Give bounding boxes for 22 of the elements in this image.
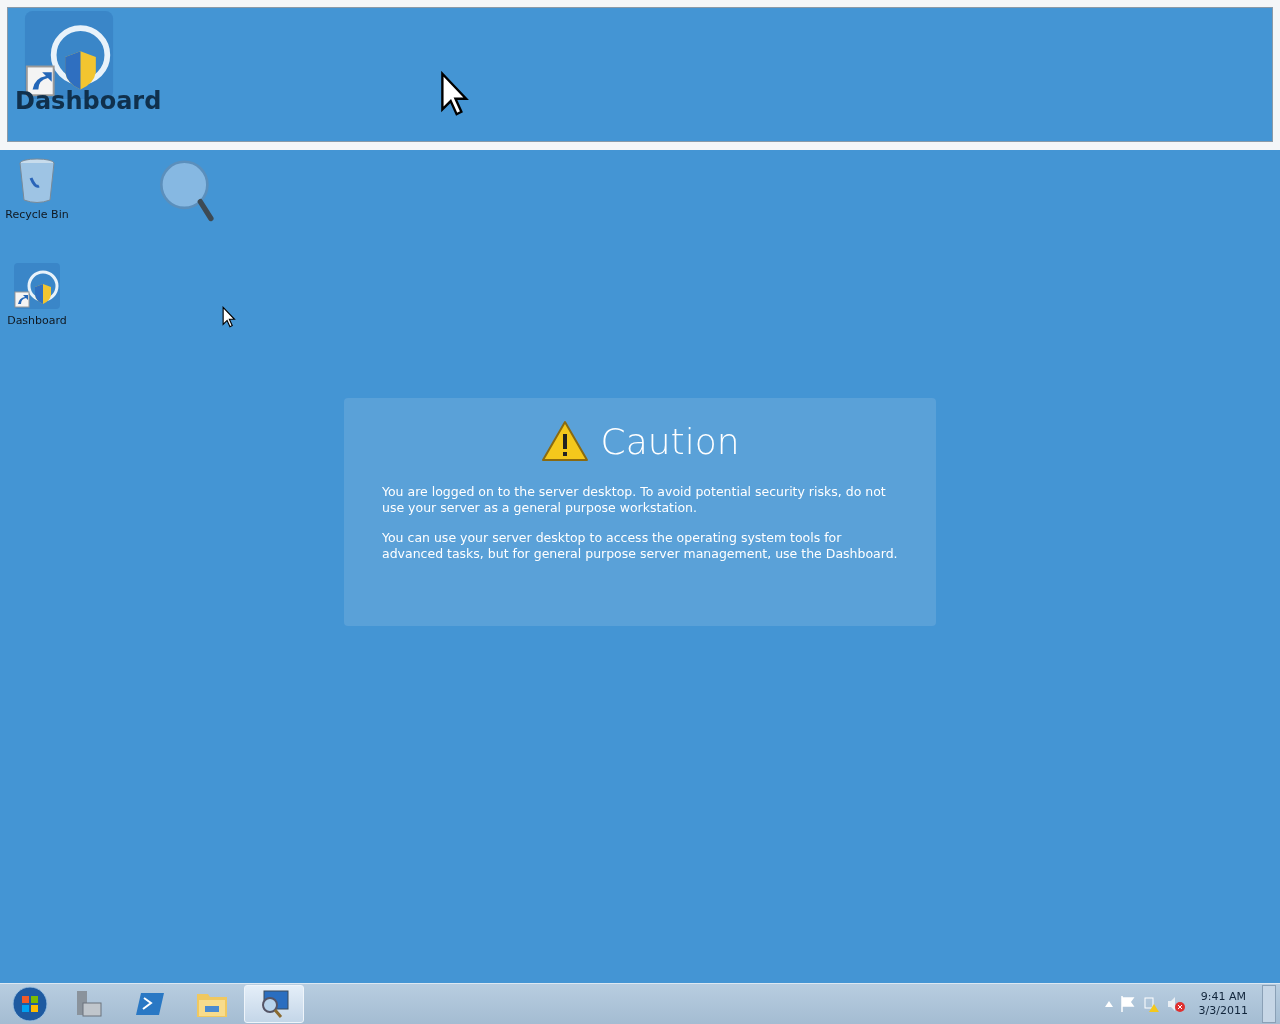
icon-label: Dashboard — [7, 314, 67, 327]
icon-label: Dashboard — [15, 87, 162, 115]
caution-paragraph: You can use your server desktop to access the operating system tools for advanced tasks, but for general purpose server management, use the Dashboard. — [382, 530, 898, 562]
dashboard-shortcut-icon — [13, 262, 61, 310]
mouse-pointer-icon — [440, 71, 469, 117]
caution-title: Caution — [600, 420, 740, 462]
show-desktop-button[interactable] — [1262, 985, 1276, 1023]
recycle-bin-icon — [17, 158, 57, 204]
show-hidden-icons-icon[interactable] — [1104, 1001, 1113, 1007]
powershell-icon — [135, 991, 165, 1017]
clock-time: 9:41 AM — [1200, 990, 1246, 1004]
warning-icon — [540, 420, 589, 462]
windows-logo-icon — [12, 986, 48, 1022]
caution-paragraph: You are logged on to the server desktop. To avoid potential security risks, do not use your server as a general purpose workstation. — [382, 484, 887, 516]
clock-date: 3/3/2011 — [1198, 1004, 1248, 1018]
clock[interactable]: 9:41 AM 3/3/2011 — [1198, 990, 1248, 1018]
mouse-pointer-icon — [222, 306, 236, 328]
flag-icon[interactable] — [1120, 996, 1135, 1012]
taskbar-button[interactable] — [244, 985, 304, 1023]
icon-label: Recycle Bin — [5, 208, 69, 221]
speaker-muted-icon[interactable] — [1166, 996, 1185, 1012]
network-warning-icon[interactable] — [1142, 996, 1159, 1012]
